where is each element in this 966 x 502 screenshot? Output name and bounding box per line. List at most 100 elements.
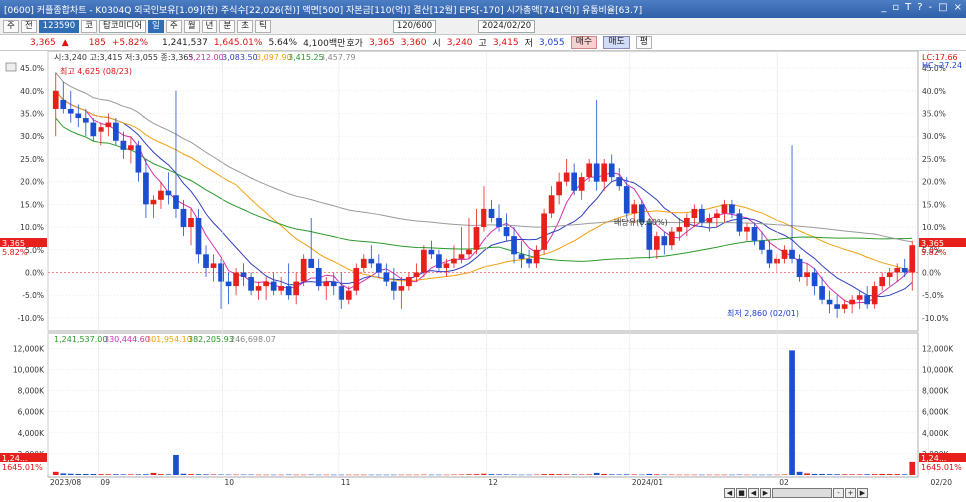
close-button[interactable]: ×	[954, 2, 962, 13]
candle-body	[668, 231, 675, 246]
sell-button[interactable]: 매도	[603, 36, 630, 49]
price-change-pct: +5.82%	[111, 37, 149, 48]
candle-body	[826, 299, 833, 305]
y-tick-label: 15.0%	[20, 200, 44, 209]
volume-bar	[413, 474, 420, 476]
stock-name-field[interactable]: 탑코미디어	[98, 19, 147, 33]
volume-bar	[526, 474, 532, 476]
minimize-button[interactable]: _	[881, 2, 886, 13]
period-weekly-tab[interactable]: 주	[165, 19, 182, 33]
market-code-button[interactable]: 코	[81, 19, 97, 33]
scroll-last-button[interactable]: ▶	[760, 488, 771, 498]
volume-bar	[90, 474, 97, 475]
window-max-button[interactable]: □	[938, 2, 947, 13]
period-tick-tab[interactable]: 틱	[255, 19, 271, 33]
buy-button[interactable]: 매수	[570, 36, 598, 49]
period-count-input[interactable]: 120/600	[392, 19, 437, 33]
volume-bar	[293, 474, 300, 476]
period-minute-tab[interactable]: 분	[219, 19, 236, 33]
price-tag-left-text: 3,365	[2, 239, 25, 248]
volume-bar	[864, 474, 871, 475]
volume-bar	[796, 471, 803, 475]
volume-bar	[67, 473, 74, 475]
volume-bar	[315, 474, 322, 476]
volume-bar	[623, 474, 630, 475]
text-button[interactable]: T	[905, 2, 911, 13]
period-daily-tab[interactable]: 일	[148, 19, 164, 33]
volume-bar	[511, 474, 517, 476]
annotation-low: 최저 2,860 (02/01)	[727, 308, 799, 318]
volume-bar	[52, 471, 59, 475]
candle-body	[834, 304, 840, 309]
zoom-out-button[interactable]: -	[833, 488, 844, 498]
volume-bar	[150, 472, 157, 475]
candle-body	[811, 272, 818, 287]
volume-bar	[233, 474, 239, 476]
toolbar-primary: 주 전 123590 코 탑코미디어 일 주 월 년 분 초 틱 120/600…	[0, 18, 966, 35]
volume-bar	[879, 473, 886, 475]
period-yearly-tab[interactable]: 년	[201, 19, 218, 33]
chart-menu-icon[interactable]	[5, 62, 17, 72]
annotation-high: 최고 4,625 (08/23)	[60, 66, 132, 76]
candle-body	[128, 145, 134, 150]
volume-bar	[263, 474, 269, 476]
scroll-left-button[interactable]: ◀	[724, 488, 735, 498]
volume-bar	[158, 474, 164, 475]
volume-bar	[601, 473, 608, 475]
price-volume-chart[interactable]: 45.0% 40.0% 35.0% 30.0% 25.0% 20.0% 15.0% 10.0%…	[0, 51, 966, 502]
volume-bar	[390, 474, 397, 476]
turnover-rate: 5.64%	[268, 37, 298, 48]
help-button[interactable]: ?	[917, 2, 922, 13]
window-controls: _ ▫ T ? - □ ×	[881, 2, 962, 13]
volume-bar	[714, 474, 720, 476]
scope-select[interactable]: 전	[20, 19, 37, 33]
y-tick-label: 25.0%	[20, 155, 44, 164]
x-tick-label: 12	[488, 478, 498, 487]
candle-body	[225, 281, 232, 287]
vol-tick-label: 10,000K	[13, 365, 45, 374]
volume-bar	[541, 474, 547, 475]
candle-body	[368, 258, 375, 264]
candle-body	[233, 272, 239, 287]
volume-bar	[375, 474, 382, 476]
volume-bar	[443, 474, 450, 476]
volume-bar	[751, 474, 758, 476]
candle-body	[383, 272, 390, 282]
scroll-right-button[interactable]: ▶	[857, 488, 868, 498]
candle-body	[308, 258, 315, 268]
period-monthly-tab[interactable]: 월	[183, 19, 200, 33]
volume-bar	[578, 474, 585, 475]
scroll-first-button[interactable]: ◀	[748, 488, 759, 498]
scroll-bar[interactable]	[772, 488, 832, 498]
date-input[interactable]: 2024/02/20	[478, 19, 536, 33]
candle-body	[300, 258, 307, 282]
volume-bar	[398, 474, 405, 476]
candle-body	[143, 172, 149, 205]
price-legend-ma60: 3,097.90	[256, 53, 292, 62]
open-price: 3,240	[446, 37, 473, 48]
market-select[interactable]: 주	[3, 19, 19, 33]
volume-bar	[436, 474, 442, 476]
window-min-button[interactable]: -	[929, 2, 933, 13]
flat-button[interactable]: 평	[635, 36, 653, 49]
period-second-tab[interactable]: 초	[237, 19, 254, 33]
volume-bar	[706, 474, 713, 476]
y-tick-label: -10.0%	[17, 314, 44, 323]
price-tag-right-text: 3,365	[921, 239, 944, 248]
candle-body	[97, 127, 104, 132]
volume-bar	[608, 474, 615, 475]
play-button[interactable]: ■	[736, 488, 747, 498]
volume-bar	[451, 474, 457, 476]
price-legend-ma20: 3,083.50	[222, 53, 258, 62]
candle-body	[653, 236, 660, 250]
candle-body	[766, 249, 773, 264]
stock-code-input[interactable]: 123590	[38, 19, 80, 33]
candle-body	[856, 295, 863, 300]
candle-body	[804, 272, 810, 278]
vol-tag-left-pct: 1645.01%	[2, 463, 43, 472]
zoom-in-button[interactable]: +	[845, 488, 856, 498]
candle-body	[578, 177, 585, 191]
volume-bar	[699, 474, 705, 476]
restore-button[interactable]: ▫	[892, 2, 899, 13]
candle-body	[879, 277, 886, 287]
